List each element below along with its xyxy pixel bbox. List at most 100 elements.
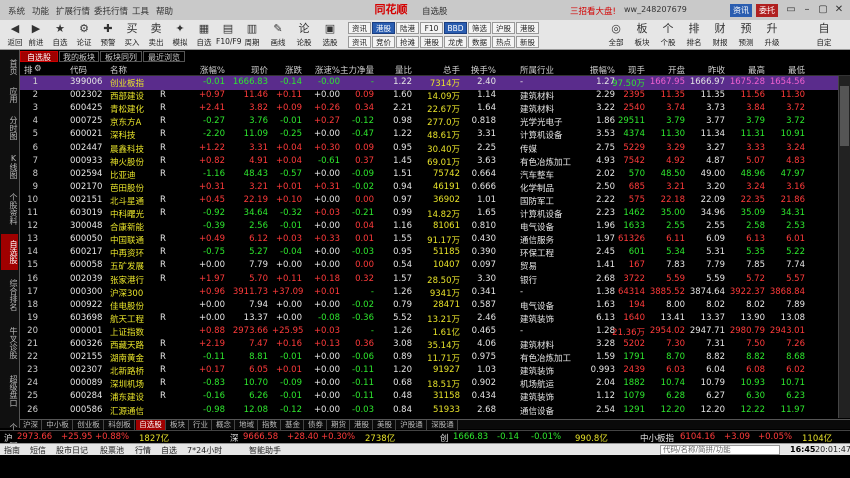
column-header-0[interactable]: 代码 bbox=[70, 64, 87, 76]
column-header-13[interactable]: 现手 bbox=[605, 64, 645, 76]
table-row[interactable]: 3 600425 青松建化 R +2.41 3.82 +0.09 +0.26 0.34 2.21 2… bbox=[20, 102, 850, 116]
side-tab-4[interactable]: 个股资料 bbox=[1, 186, 18, 232]
column-header-4[interactable]: 现价 bbox=[230, 64, 268, 76]
toolbar-grid-bottom-5[interactable]: 数据 bbox=[468, 36, 491, 48]
bottom-tab-4[interactable]: 自选股 bbox=[136, 420, 166, 430]
toolbar-right-button-0[interactable]: ◎ 全部 bbox=[604, 21, 628, 49]
table-row[interactable]: 26 000586 汇源通信 -0.98 12.08 -0.12 +0.00 -0.03 0.8… bbox=[20, 404, 850, 418]
column-header-3[interactable]: 涨幅% bbox=[195, 64, 225, 76]
column-header-6[interactable]: 涨速% bbox=[310, 64, 340, 76]
side-tab-7[interactable]: 牛叉诊股 bbox=[1, 320, 18, 366]
scroll-thumb[interactable] bbox=[840, 86, 849, 146]
table-row[interactable]: 2 002302 西部建设 R +0.97 11.46 +0.11 +0.00 0.09 1.60… bbox=[20, 89, 850, 103]
bottom-tab-1[interactable]: 中小板 bbox=[43, 420, 73, 430]
table-row[interactable]: 23 002307 北新路桥 R +0.17 6.05 +0.01 +0.00 -0.11 1.2… bbox=[20, 364, 850, 378]
bottom-tab-2[interactable]: 创业板 bbox=[74, 420, 104, 430]
toolbar-button-13[interactable]: ▣ 选股 bbox=[318, 21, 342, 49]
bottom-tab-12[interactable]: 期货 bbox=[328, 420, 350, 430]
bottom-tab-3[interactable]: 科创板 bbox=[105, 420, 135, 430]
restore-icon[interactable]: ▭ bbox=[784, 3, 798, 17]
side-tab-8[interactable]: 超级盘口 bbox=[1, 368, 18, 414]
toolbar-button-12[interactable]: 论论股 bbox=[292, 21, 316, 49]
toolbar-right-button-7[interactable]: 自自定 bbox=[812, 21, 836, 49]
user-account[interactable]: ww_248207679 bbox=[624, 5, 687, 14]
side-tab-0[interactable]: 首页 bbox=[1, 54, 18, 80]
toolbar-right-button-2[interactable]: 个个股 bbox=[656, 21, 680, 49]
toolbar-grid-top-2[interactable]: 陆港 bbox=[396, 22, 419, 34]
side-tab-3[interactable]: K线图 bbox=[1, 148, 18, 184]
menu-function[interactable]: 功能 bbox=[32, 5, 49, 17]
column-header-15[interactable]: 昨收 bbox=[687, 64, 725, 76]
toolbar-grid-bottom-0[interactable]: 资讯 bbox=[348, 36, 371, 48]
toolbar-grid-top-5[interactable]: 筛选 bbox=[468, 22, 491, 34]
table-row[interactable]: 16 002039 张家港行 R +1.97 5.70 +0.11 +0.18 0.32 1.57… bbox=[20, 273, 850, 287]
table-row[interactable]: 12 300048 合康新能 -0.39 2.56 -0.01 +0.00 0.04 1.16 8… bbox=[20, 220, 850, 234]
bottom-tab-10[interactable]: 基金 bbox=[282, 420, 304, 430]
column-header-7[interactable]: 主力净量 bbox=[338, 64, 374, 76]
table-row[interactable]: 21 600326 西藏天路 R +2.19 7.47 +0.16 +0.13 0.36 3.08… bbox=[20, 338, 850, 352]
bottom-tab-14[interactable]: 美股 bbox=[374, 420, 396, 430]
table-row[interactable]: 9 002170 芭田股份 +0.31 3.21 +0.01 +0.31 -0.02 0.94 4… bbox=[20, 181, 850, 195]
close-icon[interactable]: ✕ bbox=[832, 3, 846, 17]
status-item-2[interactable]: 股市日记 bbox=[56, 445, 88, 456]
toolbar-button-7[interactable]: ✦ 模拟 bbox=[168, 21, 192, 49]
maximize-icon[interactable]: ▢ bbox=[816, 3, 830, 17]
news-button[interactable]: 资讯 bbox=[730, 4, 752, 17]
table-row[interactable]: 13 600050 中国联通 R +0.49 6.12 +0.03 +0.33 0.01 1.55… bbox=[20, 233, 850, 247]
column-header-17[interactable]: 最低 bbox=[767, 64, 805, 76]
bottom-tab-15[interactable]: 沪股通 bbox=[397, 420, 427, 430]
promo-link[interactable]: 三招看大盘! bbox=[570, 5, 616, 17]
toolbar-button-4[interactable]: ✚ 预警 bbox=[96, 21, 120, 49]
toolbar-button-5[interactable]: 买买入 bbox=[120, 21, 144, 49]
toolbar-grid-top-6[interactable]: 沪股 bbox=[492, 22, 515, 34]
sort-icon[interactable]: 排 bbox=[24, 64, 33, 76]
side-tab-5[interactable]: 自选股 bbox=[1, 234, 18, 270]
table-row[interactable]: 10 002151 北斗星通 R +0.45 22.19 +0.10 +0.00 0.00 0.9… bbox=[20, 194, 850, 208]
bottom-tab-0[interactable]: 沪深 bbox=[20, 420, 42, 430]
bottom-tab-9[interactable]: 指数 bbox=[259, 420, 281, 430]
toolbar-button-6[interactable]: 卖卖出 bbox=[144, 21, 168, 49]
toolbar-grid-bottom-1[interactable]: 竞价 bbox=[372, 36, 395, 48]
toolbar-button-1[interactable]: ▶ 前进 bbox=[24, 21, 48, 49]
sub-tab-3[interactable]: 最近浏览 bbox=[143, 51, 185, 62]
sub-tab-0[interactable]: 自选股 bbox=[20, 51, 58, 62]
table-row[interactable]: 6 002447 晨鑫科技 R +1.22 3.31 +0.04 +0.30 0.09 0.95 3… bbox=[20, 142, 850, 156]
bottom-tab-11[interactable]: 债券 bbox=[305, 420, 327, 430]
toolbar-grid-top-7[interactable]: 港股 bbox=[516, 22, 539, 34]
bottom-tab-16[interactable]: 深股通 bbox=[428, 420, 458, 430]
side-tab-1[interactable]: 应用 bbox=[1, 82, 18, 108]
status-item-7[interactable]: 智能助手 bbox=[249, 445, 281, 456]
table-row[interactable]: 18 000922 佳电股份 +0.00 7.94 +0.00 +0.00 -0.02 0.79… bbox=[20, 299, 850, 313]
toolbar-right-button-1[interactable]: 板板块 bbox=[630, 21, 654, 49]
toolbar-right-button-6[interactable]: 升升级 bbox=[760, 21, 784, 49]
toolbar-grid-bottom-2[interactable]: 抢滩 bbox=[396, 36, 419, 48]
bottom-tab-7[interactable]: 概念 bbox=[213, 420, 235, 430]
table-row[interactable]: 4 000725 京东方A R -0.27 3.76 -0.01 +0.27 -0.12 0.98… bbox=[20, 115, 850, 129]
column-header-11[interactable]: 所属行业 bbox=[520, 64, 554, 76]
table-row[interactable]: 5 600021 深科技 R -2.20 11.09 -0.25 +0.00 -0.47 1.22… bbox=[20, 128, 850, 142]
gear-icon[interactable]: ⚙ bbox=[34, 64, 42, 74]
menu-system[interactable]: 系统 bbox=[8, 5, 25, 17]
status-item-4[interactable]: 行情 bbox=[135, 445, 151, 456]
table-row[interactable]: 19 603698 航天工程 R +0.00 13.37 +0.00 -0.08 -0.36 5.… bbox=[20, 312, 850, 326]
menu-ext-quotes[interactable]: 扩展行情 bbox=[56, 5, 90, 17]
table-row[interactable]: 11 603019 中科曙光 R -0.92 34.64 -0.32 +0.03 -0.21 0.… bbox=[20, 207, 850, 221]
toolbar-right-button-3[interactable]: 排排名 bbox=[682, 21, 706, 49]
table-row[interactable]: 24 000089 深圳机场 R -0.83 10.70 -0.09 +0.00 -0.11 0.… bbox=[20, 377, 850, 391]
toolbar-button-9[interactable]: ▤ F10/F9 bbox=[216, 21, 241, 49]
menu-tools[interactable]: 工具 bbox=[132, 5, 149, 17]
menu-help[interactable]: 帮助 bbox=[156, 5, 173, 17]
commission-button[interactable]: 委托 bbox=[756, 4, 778, 17]
sub-tab-1[interactable]: 我的板块 bbox=[59, 51, 99, 62]
toolbar-grid-top-0[interactable]: 资讯 bbox=[348, 22, 371, 34]
table-row[interactable]: 8 002594 比亚迪 R -1.16 48.43 -0.57 +0.00 -0.09 1.51… bbox=[20, 168, 850, 182]
bottom-tab-5[interactable]: 板块 bbox=[167, 420, 189, 430]
column-header-10[interactable]: 换手% bbox=[470, 64, 496, 76]
toolbar-grid-bottom-6[interactable]: 热点 bbox=[492, 36, 515, 48]
toolbar-grid-bottom-7[interactable]: 新股 bbox=[516, 36, 539, 48]
toolbar-right-button-5[interactable]: 预预测 bbox=[734, 21, 758, 49]
status-item-1[interactable]: 短信 bbox=[30, 445, 46, 456]
toolbar-button-10[interactable]: ▥ 周期 bbox=[240, 21, 264, 49]
vertical-scrollbar[interactable] bbox=[838, 76, 850, 418]
sub-tab-2[interactable]: 板块同列 bbox=[100, 51, 142, 62]
